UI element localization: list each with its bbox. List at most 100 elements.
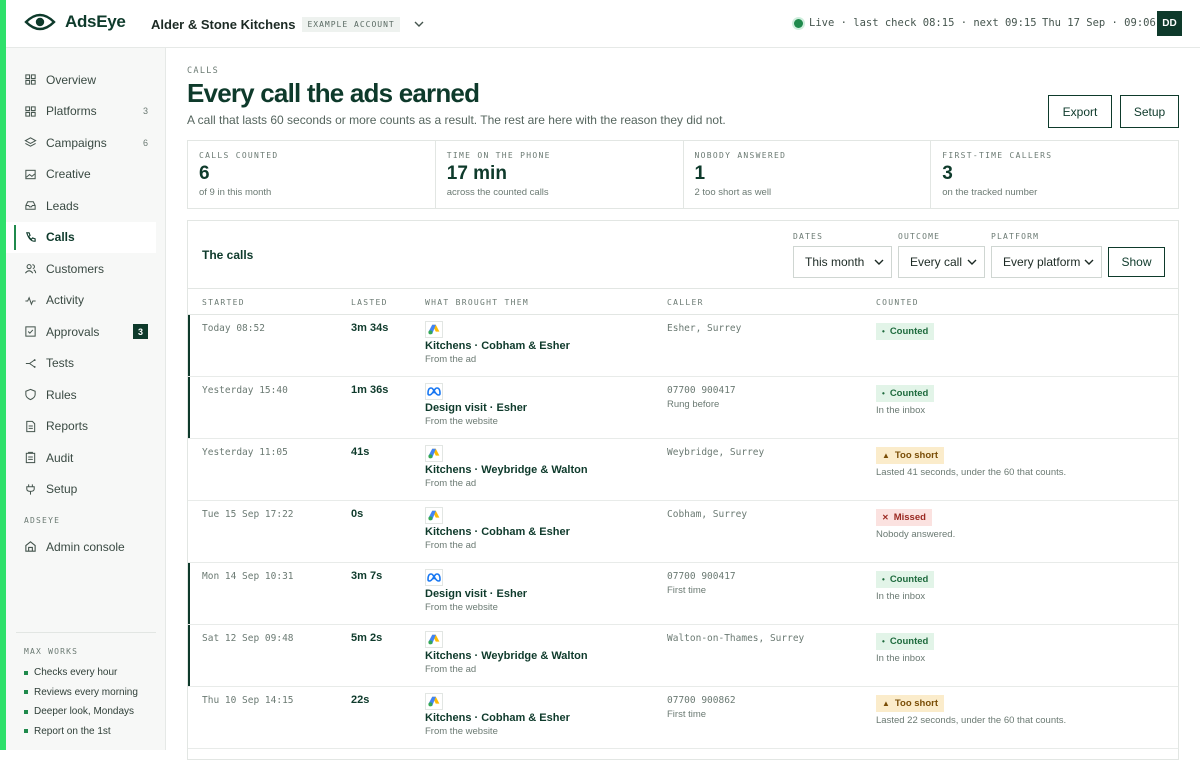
counted-cell: ✕ Missed Nobody answered. (876, 507, 955, 540)
app-logo[interactable]: AdsEye (24, 12, 126, 32)
page-title: Every call the ads earned (187, 78, 480, 108)
counted-note: Lasted 22 seconds, under the 60 that cou… (876, 715, 1067, 726)
sidebar-item-label: Tests (46, 356, 75, 371)
call-started: Yesterday 15:40 (202, 385, 288, 396)
call-started: Tue 15 Sep 17:22 (202, 509, 294, 520)
call-duration: 0s (351, 508, 364, 520)
account-switcher[interactable]: Alder & Stone Kitchens EXAMPLE ACCOUNT (151, 16, 427, 32)
approvals-count-badge: 3 (133, 324, 148, 339)
show-button[interactable]: Show (1108, 247, 1165, 277)
platform-badge (425, 693, 443, 710)
campaign-link[interactable]: Kitchens · Cobham & Esher (425, 340, 570, 352)
stat-subtext: 2 too short as well (694, 187, 772, 198)
call-duration: 3m 34s (351, 322, 389, 334)
call-source: Design visit · Esher From the website (425, 383, 527, 427)
caller-note: First time (667, 709, 707, 720)
sidebar-item-label: Campaigns (46, 135, 107, 150)
google-ads-icon (428, 510, 440, 521)
sidebar-item-customers[interactable]: Customers (6, 253, 166, 285)
setup-button[interactable]: Setup (1120, 95, 1179, 128)
live-status: Live · last check 08:15 · next 09:15 (794, 17, 1037, 29)
campaign-link[interactable]: Kitchens · Cobham & Esher (425, 526, 570, 538)
inbox-icon (25, 201, 36, 210)
sidebar-item-setup[interactable]: Setup (6, 474, 166, 506)
table-row[interactable]: Mon 14 Sep 10:31 3m 7s Design visit · Es… (188, 563, 1178, 625)
call-started: Yesterday 11:05 (202, 447, 288, 458)
column-header: WHAT BROUGHT THEM (425, 298, 529, 307)
sidebar-item-count: 6 (142, 137, 148, 148)
call-via: From the ad (425, 664, 477, 675)
chevron-down-icon[interactable] (411, 16, 427, 32)
counted-note: Lasted 41 seconds, under the 60 that cou… (876, 467, 1067, 478)
stat-subtext: of 9 in this month (199, 187, 272, 198)
google-ads-icon (428, 324, 440, 335)
sidebar-item-leads[interactable]: Leads (6, 190, 166, 222)
table-row[interactable]: Today 08:52 3m 34s Kitchens · Cobham & E… (188, 315, 1178, 377)
sidebar-item-audit[interactable]: Audit (6, 442, 166, 474)
call-source: Kitchens · Weybridge & Walton From the a… (425, 445, 588, 489)
clipboard-icon (25, 452, 36, 464)
status-text: Counted (889, 388, 929, 399)
status-short-icon: ▲ (882, 451, 890, 460)
column-header: LASTED (351, 298, 388, 307)
column-header: CALLER (667, 298, 704, 307)
stat-subtext: across the counted calls (446, 187, 549, 198)
caller-value: 07700 900417 (667, 571, 736, 582)
sidebar-item-label: Setup (46, 482, 78, 497)
sidebar-item-label: Admin console (46, 539, 125, 554)
counted-cell: • Counted In the inbox (876, 631, 935, 664)
table-row[interactable]: Thu 10 Sep 14:15 22s Kitchens · Cobham &… (188, 687, 1178, 749)
outcome-select-value: Every call (910, 255, 963, 269)
bullet-icon (24, 729, 28, 734)
current-datetime: Thu 17 Sep · 09:06 (1042, 17, 1156, 29)
caller-note: Rung before (667, 399, 720, 410)
sidebar-item-creative[interactable]: Creative (6, 159, 166, 191)
outcome-select[interactable]: Every call (898, 246, 985, 278)
platform-badge (425, 383, 443, 400)
caller-note: First time (667, 585, 707, 596)
sidebar-item-label: Creative (46, 167, 91, 182)
sidebar-item-label: Rules (46, 387, 77, 402)
table-row[interactable]: Yesterday 11:05 41s Kitchens · Weybridge… (188, 439, 1178, 501)
sidebar-item-tests[interactable]: Tests (6, 348, 166, 380)
campaign-link[interactable]: Design visit · Esher (425, 588, 527, 600)
counted-note: Nobody answered. (876, 529, 956, 540)
calls-table-body: Today 08:52 3m 34s Kitchens · Cobham & E… (188, 315, 1178, 749)
counted-cell: • Counted In the inbox (876, 569, 935, 602)
call-via: From the ad (425, 540, 477, 551)
filter-label-dates: DATES (793, 232, 824, 241)
sidebar-item-admin-console[interactable]: Admin console (6, 531, 166, 563)
table-row[interactable]: Sat 12 Sep 09:48 5m 2s Kitchens · Weybri… (188, 625, 1178, 687)
avatar[interactable]: DD (1157, 11, 1182, 36)
sidebar-item-campaigns[interactable]: Campaigns 6 (6, 127, 166, 159)
sidebar-item-activity[interactable]: Activity (6, 285, 166, 317)
counted-note: In the inbox (876, 591, 926, 602)
max-works-item: Checks every hour (16, 663, 156, 683)
status-short-icon: ▲ (882, 699, 890, 708)
campaign-link[interactable]: Kitchens · Weybridge & Walton (425, 464, 588, 476)
sidebar-item-rules[interactable]: Rules (6, 379, 166, 411)
sidebar-item-calls[interactable]: Calls (6, 221, 156, 253)
campaign-link[interactable]: Kitchens · Weybridge & Walton (425, 650, 588, 662)
sidebar-item-platforms[interactable]: Platforms 3 (6, 96, 166, 128)
layers-icon (24, 137, 37, 148)
counted-note: In the inbox (876, 405, 926, 416)
top-bar: AdsEye Alder & Stone Kitchens EXAMPLE AC… (6, 0, 1200, 48)
campaign-link[interactable]: Design visit · Esher (425, 402, 527, 414)
export-button[interactable]: Export (1048, 95, 1112, 128)
table-row[interactable]: Tue 15 Sep 17:22 0s Kitchens · Cobham & … (188, 501, 1178, 563)
platform-select[interactable]: Every platform (991, 246, 1102, 278)
call-via: From the website (425, 726, 498, 737)
stat-subtext: on the tracked number (942, 187, 1038, 198)
table-row[interactable]: Yesterday 15:40 1m 36s Design visit · Es… (188, 377, 1178, 439)
caller: Weybridge, Surrey (667, 447, 764, 458)
sidebar-item-approvals[interactable]: Approvals 3 (6, 316, 166, 348)
account-name: Alder & Stone Kitchens (151, 16, 296, 32)
dates-select[interactable]: This month (793, 246, 892, 278)
campaign-link[interactable]: Kitchens · Cobham & Esher (425, 712, 570, 724)
call-source: Kitchens · Weybridge & Walton From the a… (425, 631, 588, 675)
call-via: From the website (425, 416, 498, 427)
sidebar-item-overview[interactable]: Overview (6, 64, 166, 96)
call-started: Sat 12 Sep 09:48 (202, 633, 294, 644)
sidebar-item-reports[interactable]: Reports (6, 411, 166, 443)
